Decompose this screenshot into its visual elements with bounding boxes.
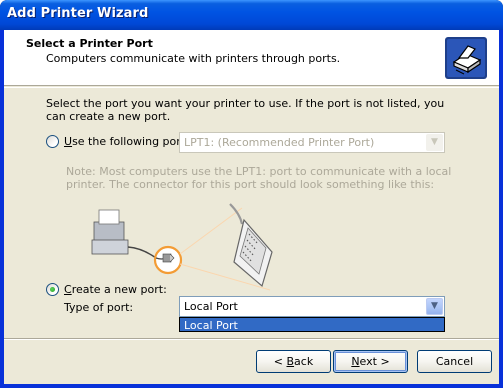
page-subtitle: Computers communicate with printers thro…	[46, 52, 341, 65]
header-separator	[4, 87, 499, 88]
use-existing-port-label[interactable]: Use the following port:	[64, 135, 189, 148]
create-new-port-radio[interactable]	[46, 283, 59, 296]
next-label: ext >	[359, 355, 390, 368]
use-existing-port-accel: U	[64, 135, 73, 148]
back-accel: B	[286, 355, 295, 368]
use-existing-port-text: se the following port:	[72, 135, 189, 148]
window-title: Add Printer Wizard	[7, 6, 149, 21]
create-new-port-label[interactable]: Create a new port:	[64, 283, 167, 296]
radio-selected-dot	[50, 287, 55, 292]
footer-separator-highlight	[4, 339, 499, 340]
db25-connector-icon	[229, 203, 273, 288]
existing-port-value: LPT1: (Recommended Printer Port)	[184, 136, 375, 149]
window-frame-right	[499, 30, 503, 388]
next-button[interactable]: Next >	[333, 350, 408, 373]
create-new-port-text: reate a new port:	[71, 283, 167, 296]
port-highlight-icon	[153, 245, 183, 275]
port-type-dropdown-option[interactable]: Local Port	[179, 317, 445, 332]
window-frame-bottom	[0, 384, 503, 388]
wizard-header: Select a Printer Port Computers communic…	[4, 30, 499, 86]
create-new-port-accel: C	[64, 283, 72, 296]
instructions-text: Select the port you want your printer to…	[46, 97, 445, 123]
wizard-client-area: Select a Printer Port Computers communic…	[4, 30, 499, 384]
back-button[interactable]: < Back	[256, 350, 331, 373]
wizard-window: Add Printer Wizard Select a Printer Port…	[0, 0, 503, 388]
page-title: Select a Printer Port	[26, 37, 153, 50]
use-existing-port-radio[interactable]	[46, 135, 59, 148]
lpt1-note: Note: Most computers use the LPT1: port …	[66, 165, 452, 191]
cancel-button[interactable]: Cancel	[417, 350, 492, 373]
chevron-down-icon[interactable]: ▼	[426, 298, 443, 315]
chevron-down-icon: ▼	[426, 134, 443, 151]
title-bar[interactable]: Add Printer Wizard	[0, 0, 503, 30]
printer-wizard-icon	[445, 37, 487, 79]
port-type-value: Local Port	[184, 300, 238, 313]
back-label: ack	[294, 355, 314, 368]
next-accel: N	[351, 355, 360, 368]
existing-port-select: LPT1: (Recommended Printer Port) ▼	[179, 132, 445, 153]
back-arrow-text: <	[273, 355, 287, 368]
port-type-select[interactable]: Local Port ▼	[179, 296, 445, 317]
printer-icon	[91, 209, 157, 259]
type-of-port-label: Type of port:	[64, 301, 134, 314]
